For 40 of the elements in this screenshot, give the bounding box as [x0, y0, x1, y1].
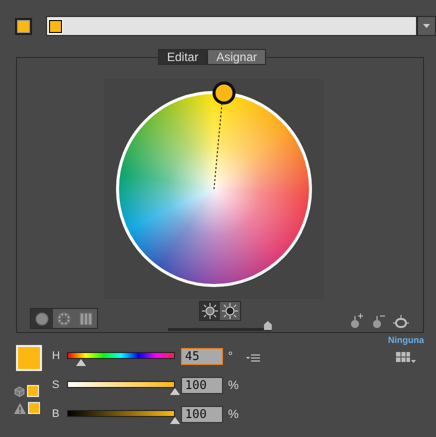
slider-label: H [52, 350, 61, 362]
brightness-slider[interactable] [168, 321, 272, 331]
options-menu-icon[interactable] [246, 354, 260, 362]
slider-thumb[interactable] [76, 359, 86, 366]
tab[interactable]: Editar [158, 49, 208, 65]
slider-thumb[interactable] [264, 321, 272, 330]
grid-menu-icon[interactable] [396, 352, 416, 364]
view-mode-button[interactable] [53, 309, 75, 328]
dropdown-button[interactable] [417, 16, 436, 36]
color-bars-icon [79, 312, 93, 326]
remove-color-icon[interactable] [371, 313, 385, 329]
cube-icon [14, 386, 25, 396]
color-group-field[interactable] [46, 16, 417, 36]
value-field[interactable]: 45 [181, 348, 223, 364]
gamut-color-swatch[interactable] [28, 402, 40, 414]
unit-label: % [228, 378, 240, 392]
link-icon[interactable] [393, 313, 409, 329]
color-swatch [49, 20, 62, 32]
wheel-mode-button[interactable] [220, 302, 240, 320]
value-field[interactable]: 100 [181, 406, 223, 422]
brightness-icon [202, 303, 218, 319]
add-color-icon[interactable] [349, 313, 363, 329]
slider-label: S [52, 379, 60, 391]
unit-label: ° [228, 349, 234, 363]
view-mode-button[interactable] [31, 309, 53, 328]
circle-icon [35, 312, 49, 326]
view-mode-button[interactable] [75, 309, 97, 328]
slider-label: B [52, 408, 60, 420]
segmented-wheel-icon [57, 312, 71, 326]
unit-label: % [228, 407, 240, 421]
color-handle[interactable] [212, 82, 236, 104]
tab[interactable]: Asignar [207, 49, 266, 65]
warning-icon [14, 402, 26, 414]
web-color-swatch[interactable] [27, 385, 39, 397]
caret-icon [423, 24, 430, 28]
color-group-label: Ninguna [388, 335, 424, 345]
wheel-mode-button[interactable] [200, 302, 220, 320]
current-color-swatch[interactable] [16, 345, 42, 371]
value-field[interactable]: 100 [181, 376, 223, 394]
color-swatch[interactable] [15, 18, 32, 34]
